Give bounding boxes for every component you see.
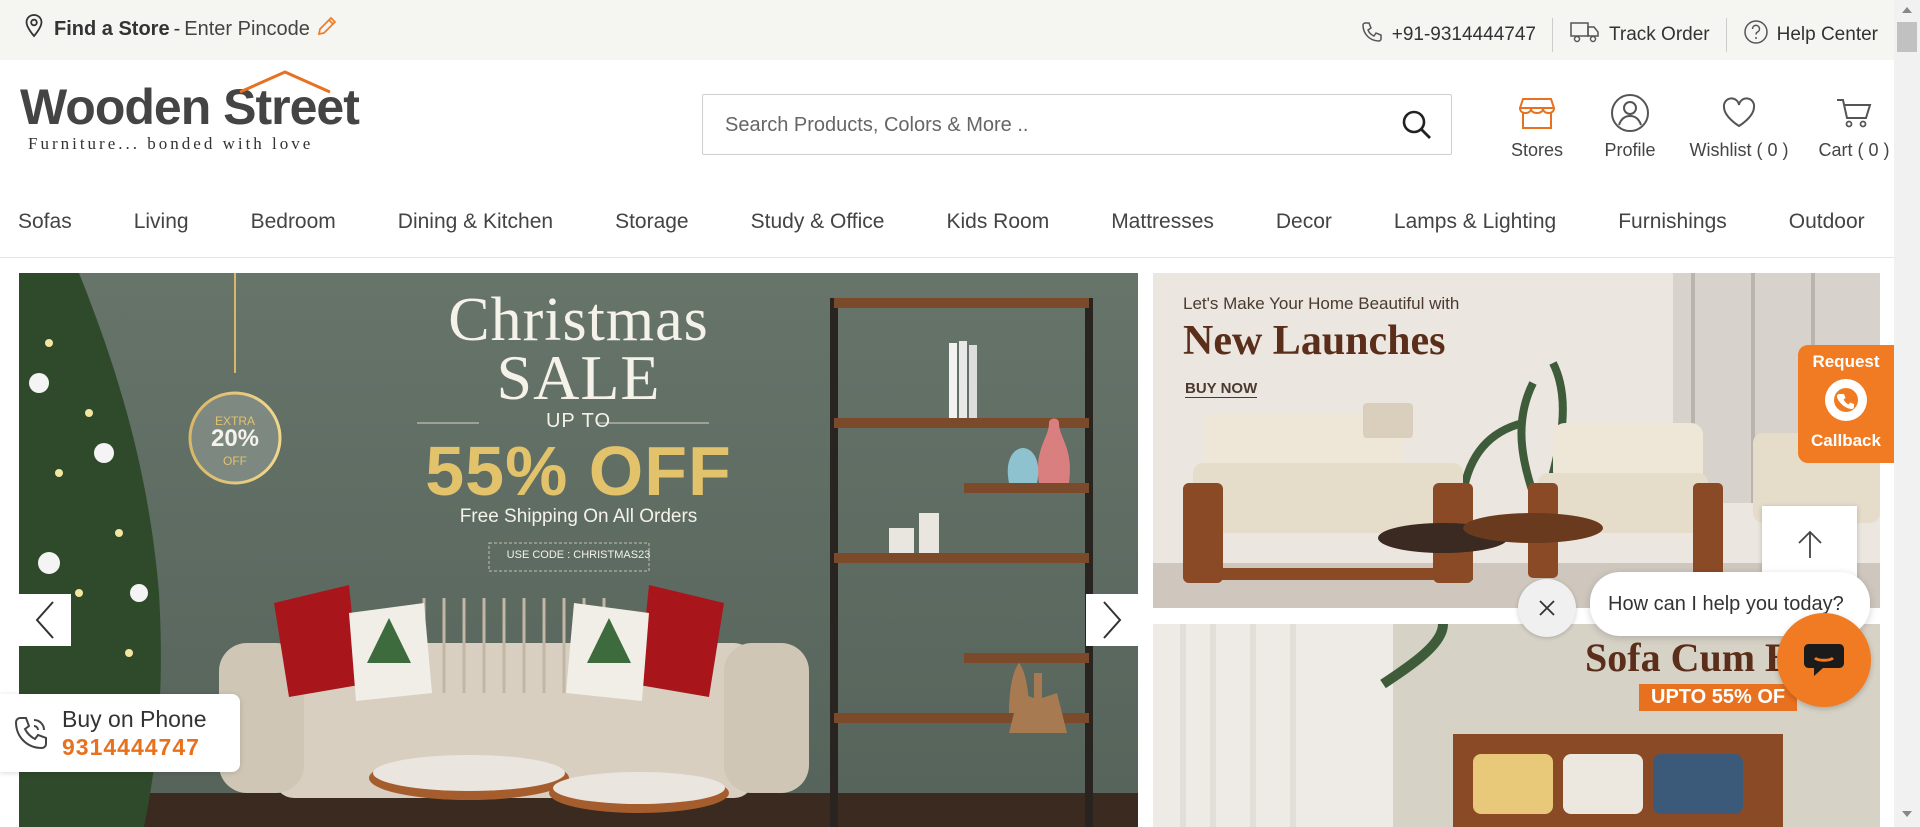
scroll-up-arrow-icon[interactable] [1901, 6, 1913, 14]
phone-contact[interactable]: +91-9314444747 [1344, 18, 1552, 52]
logo-tagline: Furniture... bonded with love [28, 134, 314, 153]
profile-icon [1610, 92, 1650, 134]
chat-launcher-button[interactable] [1777, 613, 1871, 707]
find-store-link[interactable]: Find a Store - Enter Pincode [24, 14, 338, 44]
category-nav: Sofas Living Bedroom Dining & Kitchen St… [0, 190, 1894, 258]
ornament-badge-percent: 20% [210, 425, 260, 452]
nav-item-outdoor[interactable]: Outdoor [1789, 210, 1865, 234]
help-center-link[interactable]: Help Center [1727, 18, 1894, 52]
cart-icon [1836, 92, 1872, 134]
sofa-cum-bed-offer: UPTO 55% OF [1639, 684, 1798, 711]
profile-button[interactable]: Profile [1590, 92, 1670, 161]
chat-greeting-text: How can I help you today? [1608, 592, 1844, 615]
slider-next-button[interactable] [1086, 594, 1138, 646]
search-box[interactable] [702, 94, 1452, 155]
banner-shipping: Free Shipping On All Orders [459, 506, 698, 527]
sofa-cum-bed-title: Sofa Cum B [1585, 635, 1792, 680]
scroll-down-arrow-icon[interactable] [1901, 810, 1913, 818]
request-callback-line2: Callback [1811, 431, 1881, 450]
arrow-up-icon [1797, 530, 1822, 558]
nav-item-decor[interactable]: Decor [1276, 210, 1332, 234]
nav-item-sofas[interactable]: Sofas [18, 210, 72, 234]
track-order-label: Track Order [1608, 24, 1710, 45]
nav-item-study-office[interactable]: Study & Office [751, 210, 885, 234]
banner-discount: 55% OFF [425, 432, 732, 510]
nav-item-storage[interactable]: Storage [615, 210, 689, 234]
roof-logo-icon [239, 70, 331, 94]
nav-item-kids-room[interactable]: Kids Room [946, 210, 1049, 234]
wishlist-label: Wishlist ( 0 ) [1689, 140, 1789, 160]
page-scrollbar[interactable] [1894, 0, 1920, 827]
nav-item-dining-kitchen[interactable]: Dining & Kitchen [398, 210, 553, 234]
stores-button[interactable]: Stores [1500, 92, 1574, 161]
find-store-separator: - [173, 17, 181, 40]
callback-phone-icon [1825, 379, 1867, 421]
banner-title-sale: SALE [496, 342, 661, 413]
chevron-right-icon [1103, 601, 1122, 639]
new-launches-kicker: Let's Make Your Home Beautiful with [1183, 294, 1460, 313]
store-icon [1519, 92, 1555, 134]
site-logo[interactable]: Wooden Street Furniture... bonded with l… [20, 70, 360, 154]
new-launches-title: New Launches [1183, 318, 1446, 364]
nav-item-living[interactable]: Living [134, 210, 189, 234]
request-callback-line1: Request [1812, 352, 1880, 371]
scrollbar-thumb[interactable] [1897, 22, 1917, 52]
wishlist-button[interactable]: Wishlist ( 0 ) [1686, 92, 1792, 161]
chat-icon [1804, 644, 1844, 676]
help-center-label: Help Center [1776, 24, 1878, 45]
banner-up-to: UP TO [545, 410, 612, 432]
ornament-badge-off: OFF [223, 454, 247, 468]
buy-on-phone-number: 9314444747 [62, 734, 200, 760]
top-bar: Find a Store - Enter Pincode +91-9314444… [0, 0, 1894, 60]
site-header: Wooden Street Furniture... bonded with l… [0, 60, 1894, 190]
sofa-cum-bed-banner[interactable]: Sofa Cum B UPTO 55% OF [1153, 624, 1880, 827]
cart-button[interactable]: Cart ( 0 ) [1814, 92, 1894, 161]
search-icon[interactable] [1401, 109, 1433, 146]
track-order-link[interactable]: Track Order [1553, 18, 1726, 52]
chevron-left-icon [35, 601, 54, 639]
new-launches-buy-now[interactable]: BUY NOW [1185, 380, 1258, 398]
chat-dismiss-button[interactable] [1518, 579, 1576, 637]
close-icon [1539, 600, 1555, 616]
phone-call-icon [12, 714, 50, 757]
phone-icon [1360, 20, 1384, 50]
heart-icon [1721, 92, 1757, 134]
profile-label: Profile [1604, 140, 1656, 160]
nav-item-furnishings[interactable]: Furnishings [1618, 210, 1727, 234]
banner-coupon-code: USE CODE : CHRISTMAS23 [506, 549, 651, 561]
nav-item-bedroom[interactable]: Bedroom [251, 210, 336, 234]
search-input[interactable] [725, 107, 1365, 143]
nav-item-lamps-lighting[interactable]: Lamps & Lighting [1394, 210, 1556, 234]
stores-label: Stores [1510, 140, 1564, 160]
buy-on-phone-widget[interactable]: Buy on Phone 9314444747 [0, 694, 240, 772]
request-callback-button[interactable]: Request Callback [1798, 345, 1894, 463]
cart-label: Cart ( 0 ) [1818, 140, 1890, 160]
location-pin-icon [24, 14, 44, 44]
help-question-icon [1743, 19, 1769, 51]
enter-pincode-label[interactable]: Enter Pincode [184, 18, 310, 41]
phone-number: +91-9314444747 [1391, 24, 1536, 45]
edit-pencil-icon[interactable] [316, 15, 338, 43]
buy-on-phone-label: Buy on Phone [62, 706, 207, 732]
slider-prev-button[interactable] [19, 594, 71, 646]
nav-item-mattresses[interactable]: Mattresses [1111, 210, 1214, 234]
truck-icon [1569, 19, 1601, 51]
find-store-label: Find a Store [54, 17, 170, 40]
